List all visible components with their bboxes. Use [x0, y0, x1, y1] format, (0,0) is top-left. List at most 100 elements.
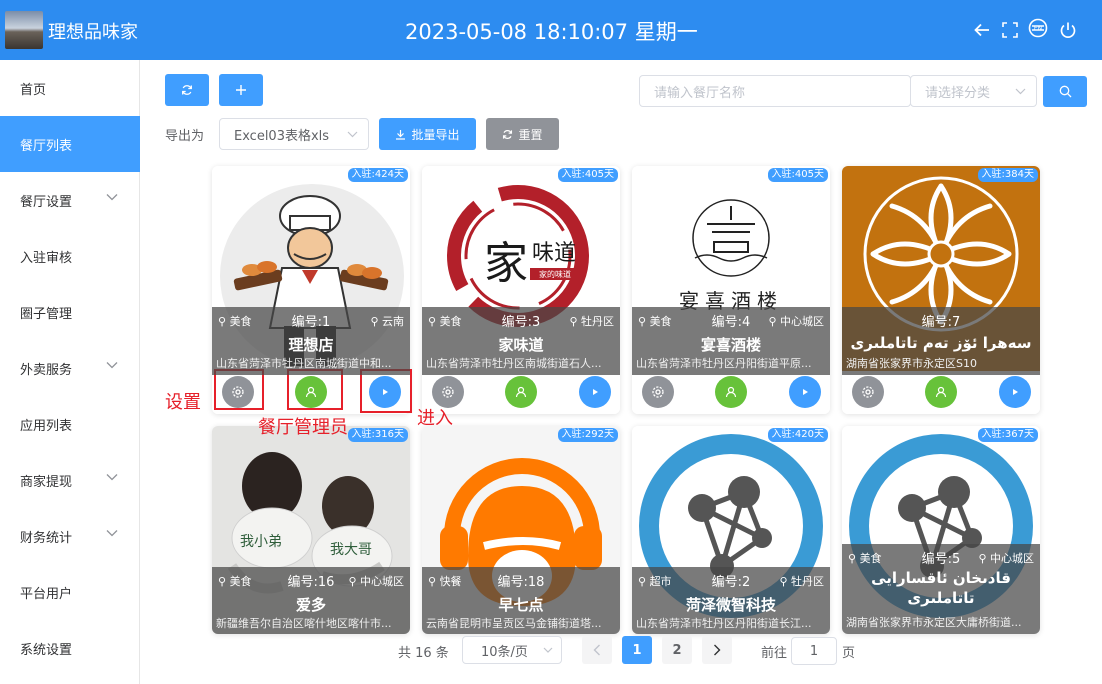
chevron-down-icon — [1015, 88, 1026, 95]
sidebar-item-apps[interactable]: 应用列表 — [0, 396, 140, 452]
page-size-value: 10条/页 — [481, 644, 528, 660]
restaurant-card: 家 味道 家的味道 入驻:405天 ⚲ 美食 编号:3 ⚲ 牡丹区 家味道 山东… — [422, 166, 620, 414]
fullscreen-icon[interactable] — [1000, 20, 1020, 40]
annotation-label-settings: 设置 — [165, 392, 201, 413]
annotation-box-settings — [214, 369, 264, 410]
reset-button[interactable]: 重置 — [486, 118, 559, 150]
chevron-down-icon — [106, 474, 118, 481]
app-logo — [5, 11, 43, 49]
download-icon — [396, 129, 406, 140]
user-icon — [515, 386, 527, 398]
power-icon[interactable] — [1058, 20, 1078, 40]
sidebar-item-restaurant-list[interactable]: 餐厅列表 — [0, 116, 140, 172]
sidebar-item-circles[interactable]: 圈子管理 — [0, 284, 140, 340]
next-page-button[interactable] — [702, 636, 732, 664]
category-select[interactable]: 请选择分类 — [910, 75, 1037, 107]
chevron-right-icon — [714, 644, 721, 656]
sidebar-item-finance[interactable]: 财务统计 — [0, 508, 140, 564]
batch-export-button[interactable]: 批量导出 — [379, 118, 476, 150]
sidebar-item-label: 财务统计 — [20, 530, 73, 546]
days-badge: 入驻:316天 — [347, 428, 408, 442]
area-text: 中心城区 — [780, 315, 824, 328]
sidebar-item-label: 餐厅列表 — [20, 138, 73, 154]
area-label: ⚲ 中心城区 — [978, 552, 1034, 565]
area-text: 牡丹区 — [581, 315, 614, 328]
search-button[interactable] — [1043, 76, 1087, 107]
sidebar-item-label: 商家提现 — [20, 474, 73, 490]
page-button-2[interactable]: 2 — [662, 636, 692, 664]
enter-button[interactable] — [789, 376, 821, 408]
restaurant-card: 宴喜酒楼 入驻:405天 ⚲ 美食 编号:4 ⚲ 中心城区 宴喜酒楼 山东省菏泽… — [632, 166, 830, 414]
restaurant-name: 爱多 — [295, 596, 326, 614]
sidebar-item-label: 圈子管理 — [20, 306, 73, 322]
search-icon — [1059, 85, 1071, 98]
sidebar-item-label: 系统设置 — [20, 642, 73, 658]
logo-text: 家的味道 — [539, 269, 571, 279]
area-label: ⚲ 牡丹区 — [569, 315, 614, 328]
app-title: 理想品味家 — [48, 22, 138, 43]
annotation-box-admin — [287, 369, 343, 410]
svg-text:EN: EN — [1034, 25, 1042, 32]
admin-button[interactable] — [925, 376, 957, 408]
restaurant-address: 山东省菏泽市牡丹区丹阳街道平原... — [636, 357, 812, 370]
sidebar-item-home[interactable]: 首页 — [0, 60, 140, 116]
chevron-down-icon — [106, 194, 118, 201]
settings-button[interactable] — [642, 376, 674, 408]
admin-button[interactable] — [715, 376, 747, 408]
days-badge: 入驻:367天 — [977, 428, 1038, 442]
goto-label: 前往 — [761, 646, 788, 661]
days-badge: 入驻:420天 — [767, 428, 828, 442]
sidebar-item-label: 首页 — [20, 82, 47, 98]
page-size-select[interactable]: 10条/页 — [462, 636, 562, 664]
sidebar-item-label: 应用列表 — [20, 418, 73, 434]
page-button-1[interactable]: 1 — [622, 636, 652, 664]
top-header: 理想品味家 2023-05-08 18:10:07 星期一 EN — [0, 0, 1102, 60]
enter-button[interactable] — [579, 376, 611, 408]
language-icon[interactable]: EN — [1028, 18, 1048, 38]
back-arrow-icon[interactable] — [972, 20, 992, 40]
enter-button[interactable] — [999, 376, 1031, 408]
photo-text: 我大哥 — [330, 542, 372, 558]
area-label: ⚲ 中心城区 — [768, 315, 824, 328]
days-badge: 入驻:292天 — [557, 428, 618, 442]
area-text: 中心城区 — [360, 575, 404, 588]
gear-icon — [862, 386, 874, 398]
sidebar-item-review[interactable]: 入驻审核 — [0, 228, 140, 284]
reset-label: 重置 — [518, 127, 543, 142]
sidebar-item-restaurant-settings[interactable]: 餐厅设置 — [0, 172, 140, 228]
sidebar-item-withdraw[interactable]: 商家提现 — [0, 452, 140, 508]
sidebar-item-delivery[interactable]: 外卖服务 — [0, 340, 140, 396]
admin-button[interactable] — [505, 376, 537, 408]
restaurant-name: سەھرا ئۆز تەم تاتاملىرى — [850, 334, 1032, 352]
chevron-down-icon — [106, 362, 118, 369]
refresh-button[interactable] — [165, 74, 209, 106]
chevron-down-icon — [543, 647, 553, 653]
days-badge: 入驻:384天 — [977, 168, 1038, 182]
restaurant-card: 入驻:367天 ⚲ 美食 编号:5 ⚲ 中心城区 قادىخان ئاقسارا… — [842, 426, 1040, 634]
info-overlay: ⚲ 美食 编号:3 ⚲ 牡丹区 家味道 山东省菏泽市牡丹区南城街道石人... — [422, 307, 620, 375]
datetime-display: 2023-05-08 18:10:07 星期一 — [405, 20, 698, 44]
info-overlay: ⚲ 超市 编号:2 ⚲ 牡丹区 菏泽微智科技 山东省菏泽市牡丹区丹阳街道长江..… — [632, 567, 830, 634]
restaurant-address: 湖南省张家界市永定区大庸桥街道... — [846, 616, 1022, 629]
restaurant-name: 宴喜酒楼 — [700, 336, 761, 354]
restaurant-number: 编号:7 — [921, 315, 961, 330]
photo-text: 我小弟 — [240, 534, 282, 550]
restaurant-search-input[interactable]: 请输入餐厅名称 — [639, 75, 911, 107]
goto-page-input[interactable]: 1 — [791, 637, 837, 665]
sidebar-item-users[interactable]: 平台用户 — [0, 564, 140, 620]
page-unit-label: 页 — [842, 646, 856, 661]
user-icon — [725, 386, 737, 398]
restaurant-address: 新疆维吾尔自治区喀什地区喀什市... — [216, 617, 392, 630]
info-overlay: ⚲ 美食 编号:4 ⚲ 中心城区 宴喜酒楼 山东省菏泽市牡丹区丹阳街道平原... — [632, 307, 830, 375]
add-button[interactable] — [219, 74, 263, 106]
settings-button[interactable] — [852, 376, 884, 408]
restaurant-card: 入驻:292天 ⚲ 快餐 编号:18 早七点 云南省昆明市呈贡区马金铺街道塔..… — [422, 426, 620, 634]
export-format-select[interactable]: Excel03表格xls — [219, 118, 369, 150]
days-badge: 入驻:405天 — [767, 168, 828, 182]
prev-page-button[interactable] — [582, 636, 612, 664]
logo-text: 家 — [484, 238, 528, 289]
restaurant-card: 入驻:384天 编号:7 سەھرا ئۆز تەم تاتاملىرى 湖南省… — [842, 166, 1040, 414]
info-overlay: ⚲ 快餐 编号:18 早七点 云南省昆明市呈贡区马金铺街道塔... — [422, 567, 620, 634]
sidebar-item-system[interactable]: 系统设置 — [0, 620, 140, 676]
card-actions — [842, 371, 1040, 414]
